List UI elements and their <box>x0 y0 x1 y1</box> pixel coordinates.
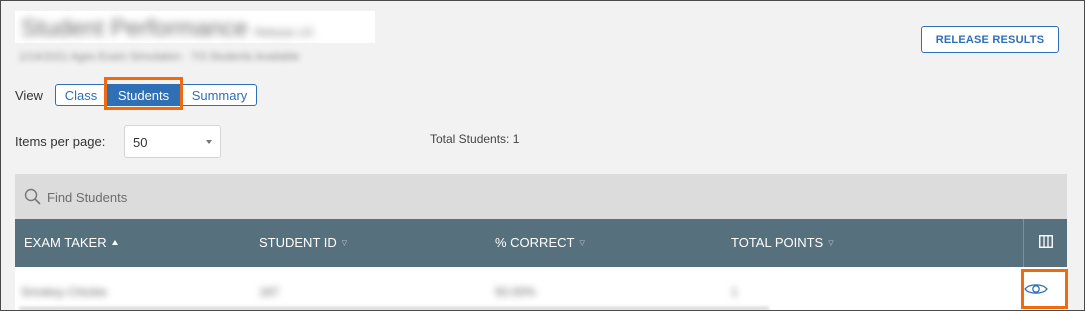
cell-percent-correct: 50.00% <box>495 285 536 299</box>
search-icon <box>24 188 41 210</box>
page-title-block: Student Performance Release 1/3 <box>15 11 375 43</box>
page-title: Student Performance Release 1/3 <box>21 15 314 42</box>
cell-exam-taker: Smokey Chickie <box>21 285 108 299</box>
row-divider <box>19 307 769 310</box>
column-header-exam-taker[interactable]: EXAM TAKER <box>24 235 118 250</box>
sort-icon: ▽ <box>579 240 585 247</box>
page-subtitle: 1/14/2021 Ages Exam Simulation · 7/3 Stu… <box>19 51 300 63</box>
column-label: STUDENT ID <box>259 235 337 250</box>
view-summary-button[interactable]: Summary <box>182 84 257 106</box>
view-students-button[interactable]: Students <box>106 84 181 106</box>
column-header-student-id[interactable]: STUDENT ID ▽ <box>259 235 347 250</box>
column-label: % CORRECT <box>495 235 575 250</box>
cell-student-id: 187 <box>259 285 280 299</box>
app-frame: Student Performance Release 1/3 1/14/202… <box>0 0 1085 311</box>
items-per-page-label: Items per page: <box>15 134 106 149</box>
cell-total-points: 1 <box>731 285 738 299</box>
chevron-down-icon <box>206 140 212 144</box>
sort-icon: ▽ <box>828 240 834 247</box>
search-bar <box>15 174 1067 219</box>
column-label: TOTAL POINTS <box>731 235 824 250</box>
view-label: View <box>15 88 43 103</box>
column-label: EXAM TAKER <box>24 235 107 250</box>
column-settings-button[interactable] <box>1023 219 1067 267</box>
sort-icon: ▽ <box>341 240 348 247</box>
search-input[interactable] <box>45 185 449 209</box>
column-header-percent-correct[interactable]: % CORRECT ▽ <box>495 235 585 250</box>
view-class-button[interactable]: Class <box>55 84 107 106</box>
column-header-total-points[interactable]: TOTAL POINTS ▽ <box>731 235 834 250</box>
table-header: EXAM TAKER STUDENT ID ▽ % CORRECT ▽ TOTA… <box>15 219 1067 267</box>
items-per-page-value: 50 <box>133 135 148 150</box>
columns-icon <box>1038 235 1053 251</box>
eye-icon <box>1024 282 1048 301</box>
sort-asc-icon <box>111 240 118 245</box>
table-row[interactable]: Smokey Chickie 187 50.00% 1 <box>15 267 1067 310</box>
release-results-button[interactable]: RELEASE RESULTS <box>921 26 1059 53</box>
view-student-button[interactable] <box>1018 279 1054 303</box>
total-students: Total Students: 1 <box>430 132 520 146</box>
items-per-page-select[interactable]: 50 <box>124 125 221 158</box>
